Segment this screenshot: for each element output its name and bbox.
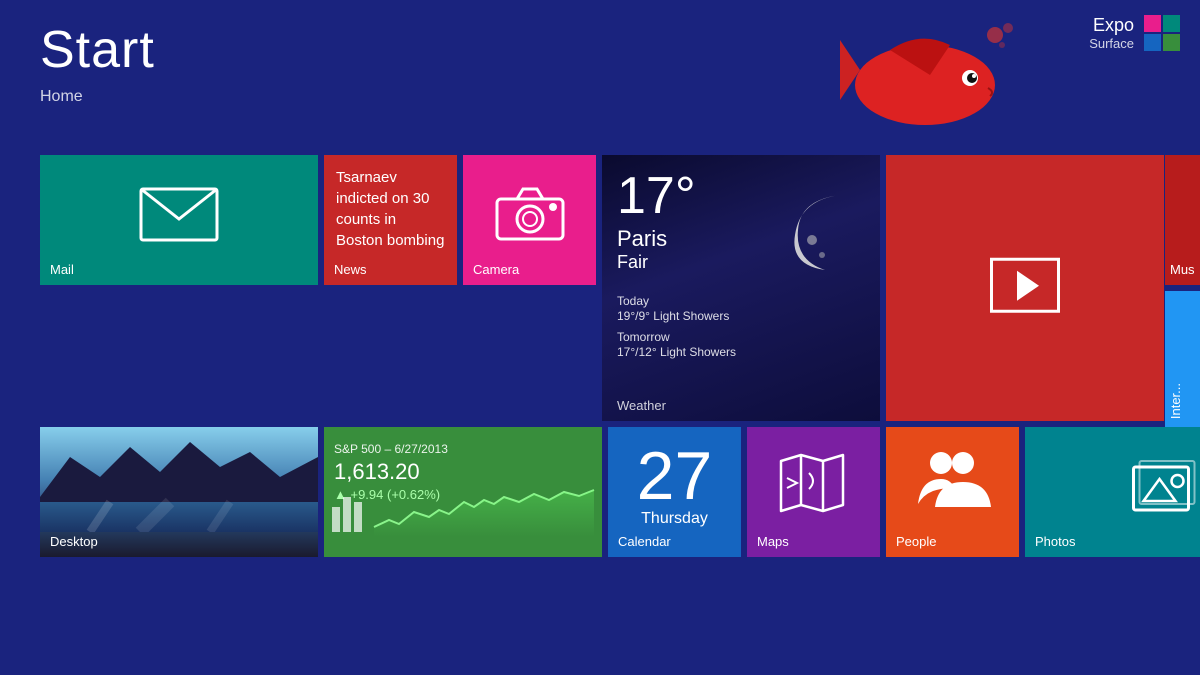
tile-camera[interactable]: Camera — [463, 155, 596, 285]
tile-internet-partial-label: Inter... — [1168, 383, 1183, 419]
tile-calendar-label: Calendar — [618, 534, 671, 549]
play-border — [990, 258, 1060, 313]
tile-people-label: People — [896, 534, 936, 549]
weather-condition: Fair — [617, 252, 865, 273]
tile-music-partial-label: Mus — [1170, 262, 1195, 277]
tile-finance[interactable]: S&P 500 – 6/27/2013 1,613.20 ▲ +9.94 (+0… — [324, 427, 602, 557]
start-title: Start — [40, 20, 155, 80]
photos-icon — [1132, 459, 1197, 514]
tile-mail-label: Mail — [50, 262, 74, 277]
tile-desktop-label: Desktop — [50, 534, 98, 549]
calendar-content: 27 Thursday — [608, 442, 741, 528]
weather-today: Today 19°/9° Light Showers — [617, 293, 865, 323]
fish-decoration — [840, 20, 1020, 150]
video-play-button — [990, 258, 1060, 313]
tile-maps-label: Maps — [757, 534, 789, 549]
user-display-name: Expo — [1089, 15, 1134, 36]
finance-price: 1,613.20 — [334, 459, 420, 484]
stock-chart — [324, 482, 602, 537]
people-icon — [913, 449, 993, 509]
tile-music-partial[interactable]: Mus — [1165, 155, 1200, 285]
tile-photos-label: Photos — [1035, 534, 1075, 549]
tile-desktop[interactable]: Desktop — [40, 427, 318, 557]
weather-temp: 17° — [617, 170, 865, 222]
news-headline: Tsarnaev indicted on 30 counts in Boston… — [336, 167, 445, 251]
weather-forecast: Today 19°/9° Light Showers Tomorrow 17°/… — [617, 293, 865, 359]
mail-icon — [139, 187, 219, 242]
weather-city: Paris — [617, 226, 865, 252]
avatar-tile-3 — [1144, 34, 1161, 51]
tile-mail[interactable]: Mail — [40, 155, 318, 285]
tile-news-label: News — [334, 262, 367, 277]
user-device: Surface — [1089, 36, 1134, 51]
calendar-day-name: Thursday — [608, 510, 741, 528]
tile-calendar[interactable]: 27 Thursday Calendar — [608, 427, 741, 557]
tile-camera-label: Camera — [473, 262, 519, 277]
tile-weather[interactable]: 17° Paris Fair Today 19°/9° Light Shower… — [602, 155, 880, 421]
tile-news[interactable]: Tsarnaev indicted on 30 counts in Boston… — [324, 155, 457, 285]
tiles-row-2: Desktop S&P 500 – 6/27/2013 1,613.20 ▲ +… — [40, 427, 1200, 557]
tiles-row-1: Mail Tsarnaev indicted on 30 counts in B… — [40, 155, 1200, 421]
desktop-landscape — [40, 427, 318, 532]
tile-video[interactable] — [886, 155, 1164, 421]
avatar-tile-1 — [1144, 15, 1161, 32]
home-label: Home — [40, 88, 155, 106]
weather-content: 17° Paris Fair Today 19°/9° Light Shower… — [602, 155, 880, 421]
header: Start Home — [40, 20, 155, 106]
calendar-day-number: 27 — [608, 442, 741, 510]
camera-icon — [495, 187, 565, 242]
play-triangle — [1017, 270, 1039, 300]
maps-icon — [779, 453, 849, 513]
user-area[interactable]: Expo Surface — [1089, 15, 1180, 51]
tile-photos[interactable]: Photos — [1025, 427, 1200, 557]
user-avatar-tiles — [1144, 15, 1180, 51]
avatar-tile-4 — [1163, 34, 1180, 51]
weather-tomorrow: Tomorrow 17°/12° Light Showers — [617, 329, 865, 359]
tile-internet-partial[interactable]: Inter... — [1165, 291, 1200, 427]
avatar-tile-2 — [1163, 15, 1180, 32]
user-name-block: Expo Surface — [1089, 15, 1134, 51]
tiles-container: Mail Tsarnaev indicted on 30 counts in B… — [40, 155, 1200, 557]
tile-maps[interactable]: Maps — [747, 427, 880, 557]
tile-people[interactable]: People — [886, 427, 1019, 557]
finance-title: S&P 500 – 6/27/2013 — [334, 442, 592, 456]
tile-weather-label: Weather — [617, 398, 666, 413]
